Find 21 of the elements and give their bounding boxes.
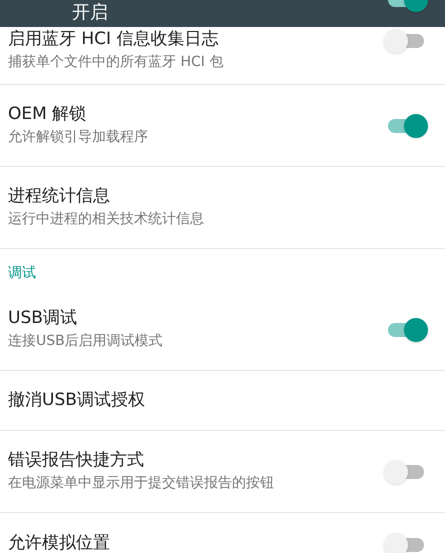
setting-title: OEM 解锁 [8,104,88,125]
settings-row[interactable]: USB调试 连接USB后启用调试模式 [0,289,445,371]
setting-summary: 允许解锁引导加载程序 [8,128,149,147]
settings-row[interactable]: 进程统计信息 运行中进程的相关技术统计信息 [0,167,445,249]
section-header: 调试 [8,264,36,283]
setting-title: USB调试 [8,308,78,329]
setting-summary: 捕获单个文件中的所有蓝牙 HCI 包 [8,53,224,72]
bar-title: 开启 [72,2,108,24]
setting-summary: 运行中进程的相关技术统计信息 [8,210,205,229]
settings-row[interactable]: 错误报告快捷方式 在电源菜单中显示用于提交错误报告的按钮 [0,431,445,513]
settings-row[interactable]: 撤消USB调试授权 [0,371,445,431]
settings-row[interactable]: OEM 解锁 允许解锁引导加载程序 [0,85,445,167]
settings-row[interactable]: 启用蓝牙 HCI 信息收集日志 捕获单个文件中的所有蓝牙 HCI 包 [0,27,445,85]
setting-title: 错误报告快捷方式 [8,450,145,471]
setting-title: 进程统计信息 [8,186,111,207]
settings-row[interactable]: 允许模拟位置 [0,513,445,553]
setting-title: 启用蓝牙 HCI 信息收集日志 [8,29,220,50]
setting-title: 允许模拟位置 [8,533,111,553]
setting-title: 撤消USB调试授权 [8,390,146,411]
setting-summary: 在电源菜单中显示用于提交错误报告的按钮 [8,474,275,493]
setting-summary: 连接USB后启用调试模式 [8,332,164,351]
